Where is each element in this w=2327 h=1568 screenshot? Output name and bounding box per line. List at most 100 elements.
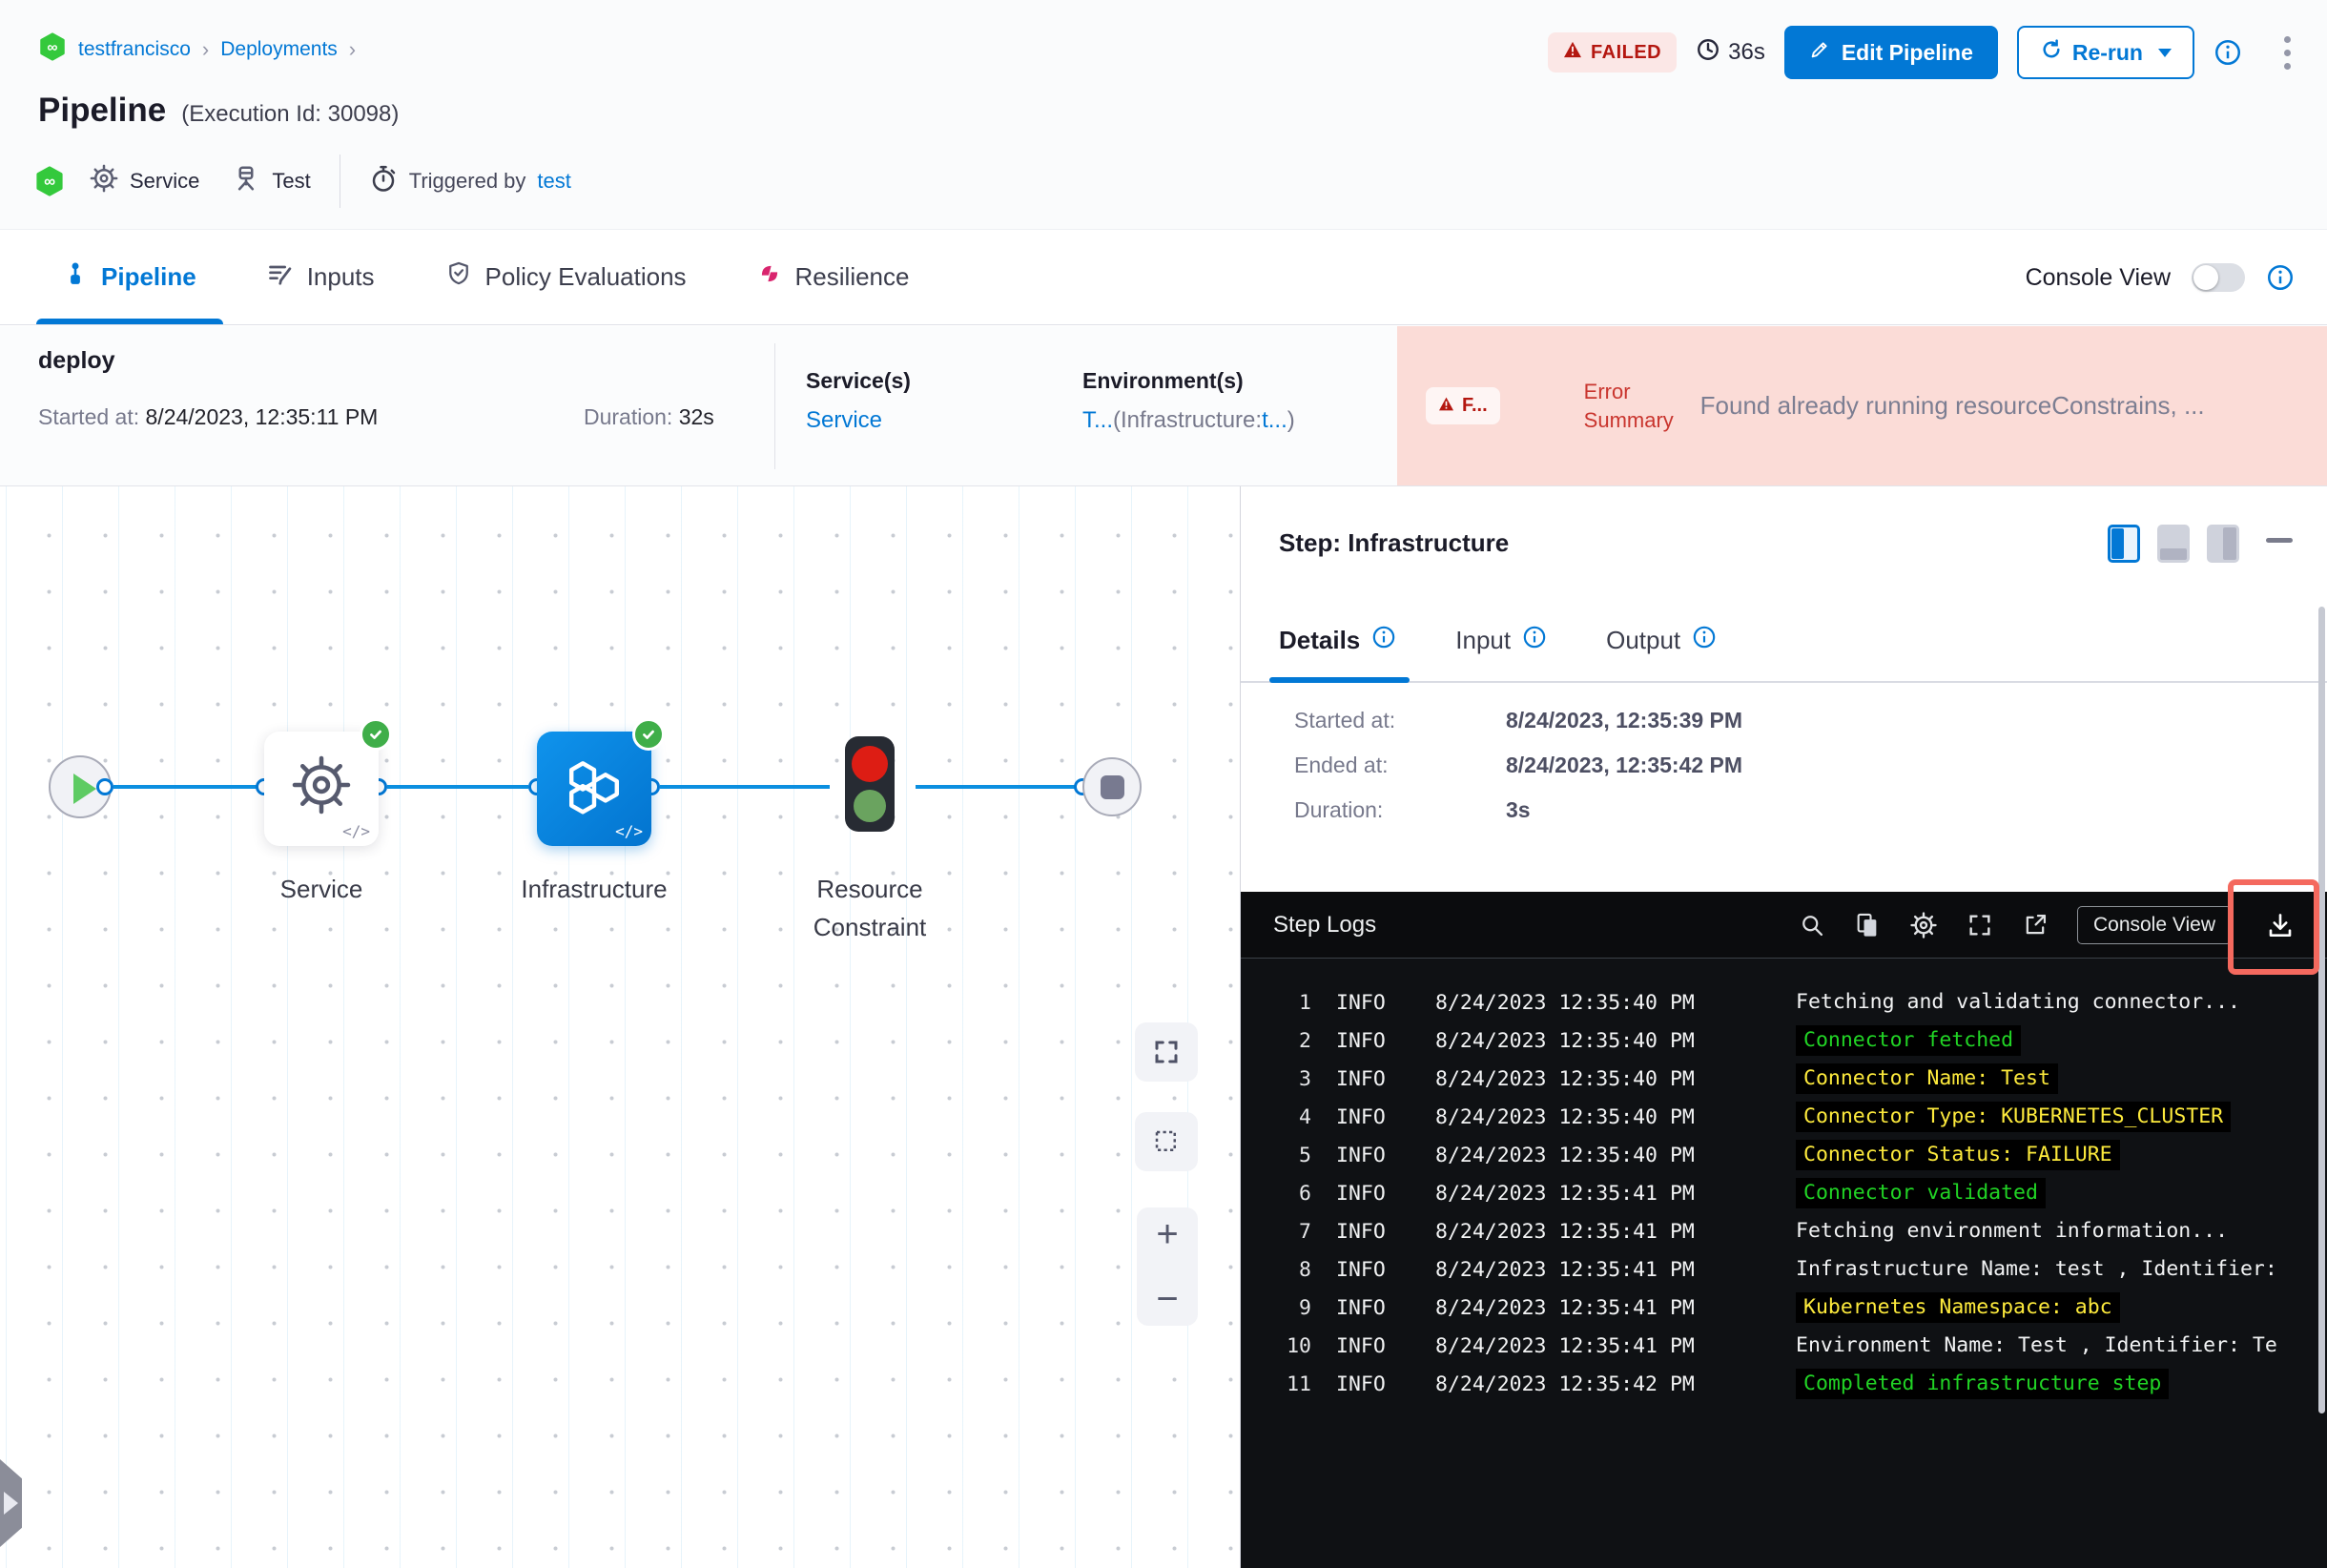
trigger-user-link[interactable]: test (537, 169, 570, 194)
log-timestamp: 8/24/2023 12:35:41 PM (1435, 1333, 1695, 1358)
log-line-number: 8 (1299, 1257, 1311, 1282)
step-detail-fields: Started at: 8/24/2023, 12:35:39 PM Ended … (1294, 708, 1742, 842)
rerun-button[interactable]: Re-run (2016, 26, 2194, 79)
warning-triangle-icon (1563, 41, 1582, 64)
log-level: INFO (1336, 1372, 1386, 1396)
marquee-select-button[interactable] (1135, 1112, 1198, 1171)
pipeline-end-node[interactable] (1082, 757, 1142, 816)
layout-side-panel-button[interactable] (2207, 525, 2239, 563)
tab-details[interactable]: Details (1268, 599, 1411, 683)
inputs-icon (267, 260, 294, 294)
divider (774, 343, 775, 469)
log-level: INFO (1336, 1333, 1386, 1358)
panel-layout-switcher (2108, 525, 2239, 563)
log-timestamp: 8/24/2023 12:35:40 PM (1435, 1104, 1695, 1129)
chevron-right-icon: › (348, 37, 357, 61)
fit-to-screen-button[interactable] (1135, 1022, 1198, 1082)
info-icon[interactable] (2266, 263, 2295, 292)
breadcrumb-deployments-link[interactable]: Deployments (220, 38, 338, 61)
log-message: Connector Name: Test (1796, 1063, 2058, 1094)
panel-scrollbar[interactable] (2318, 607, 2325, 1413)
trigger-meta: Triggered by test (369, 164, 571, 198)
environment-rack-icon (232, 164, 260, 198)
node-label-resource-constraint: Resource Constraint (813, 875, 927, 942)
download-logs-icon[interactable] (2266, 911, 2295, 939)
console-view-button[interactable]: Console View (2076, 905, 2232, 944)
environment-meta[interactable]: Test (232, 164, 311, 198)
zoom-out-button[interactable]: − (1156, 1280, 1178, 1318)
log-line: 11 INFO 8/24/2023 12:35:42 PM Completed … (1269, 1365, 2327, 1403)
log-timestamp: 8/24/2023 12:35:41 PM (1435, 1219, 1695, 1244)
field-started-at: Started at: 8/24/2023, 12:35:39 PM (1294, 708, 1743, 732)
chevron-right-icon: › (201, 37, 210, 61)
total-duration: 36s (1696, 37, 1765, 69)
services-label: Service(s) (806, 368, 911, 393)
tab-resilience[interactable]: Resilience (757, 230, 909, 324)
info-icon[interactable] (1522, 625, 1547, 656)
console-view-toggle[interactable] (2192, 263, 2245, 292)
stage-started-at: Started at: 8/24/2023, 12:35:11 PM (38, 404, 379, 429)
breadcrumb: ∞ testfrancisco › Deployments › (38, 32, 356, 67)
log-line: 2 INFO 8/24/2023 12:35:40 PM Connector f… (1269, 1021, 2327, 1060)
svg-text:∞: ∞ (44, 173, 55, 191)
copy-icon[interactable] (1854, 912, 1881, 939)
log-settings-gear-icon[interactable] (1909, 911, 1938, 939)
log-line-number: 11 (1287, 1372, 1311, 1396)
main-content: </> </> Service Infrastructure Resource … (0, 486, 2327, 1568)
layout-right-panel-active-button[interactable] (2108, 525, 2140, 563)
step-detail-tabs: Details Input Output (1241, 599, 2327, 683)
service-link[interactable]: Service (806, 407, 911, 434)
search-icon[interactable] (1799, 912, 1825, 939)
open-in-new-window-icon[interactable] (2022, 912, 2049, 939)
tab-output[interactable]: Output (1606, 599, 1717, 681)
log-lines-container[interactable]: 1 INFO 8/24/2023 12:35:40 PM Fetching an… (1241, 959, 2327, 1403)
tab-inputs[interactable]: Inputs (267, 230, 375, 324)
stage-name: deploy (38, 347, 115, 374)
stage-duration: Duration: 32s (584, 404, 714, 429)
error-summary-label: Error Summary (1583, 379, 1674, 432)
pipeline-graph-canvas[interactable]: </> </> Service Infrastructure Resource … (0, 486, 1241, 1568)
service-step-node[interactable]: </> (264, 718, 392, 846)
more-options-icon[interactable] (2275, 31, 2300, 75)
log-message: Connector fetched (1796, 1025, 2022, 1056)
service-meta[interactable]: Service (90, 164, 199, 198)
log-timestamp: 8/24/2023 12:35:40 PM (1435, 1143, 1695, 1167)
header-actions: FAILED 36s Edit Pipeline Re-run (1548, 25, 2300, 80)
infrastructure-step-node[interactable]: </> (537, 718, 665, 846)
node-label-infrastructure: Infrastructure (521, 875, 668, 903)
fullscreen-icon[interactable] (1967, 912, 1993, 939)
info-icon[interactable] (1692, 625, 1717, 656)
field-duration: Duration: 3s (1294, 797, 1531, 822)
status-text: FAILED (1591, 41, 1662, 63)
log-message: Infrastructure Name: test , Identifier: (1796, 1257, 2277, 1281)
code-icon: </> (342, 822, 370, 840)
log-line: 10 INFO 8/24/2023 12:35:41 PM Environmen… (1269, 1327, 2327, 1365)
view-tabs: Pipeline Inputs Policy Evaluations Resil… (0, 229, 2327, 325)
resource-constraint-step-node[interactable] (845, 736, 895, 832)
pencil-icon (1809, 39, 1830, 66)
zoom-in-button[interactable]: + (1156, 1215, 1178, 1253)
info-icon[interactable] (1371, 625, 1396, 656)
info-icon[interactable] (2214, 38, 2242, 67)
breadcrumb-project-link[interactable]: testfrancisco (78, 38, 191, 61)
log-message: Environment Name: Test , Identifier: Te (1796, 1333, 2277, 1357)
tab-input[interactable]: Input (1455, 599, 1547, 681)
layout-bottom-panel-button[interactable] (2157, 525, 2190, 563)
log-message: Connector Status: FAILURE (1796, 1140, 2120, 1170)
edit-pipeline-button[interactable]: Edit Pipeline (1783, 26, 1998, 79)
step-panel-title: Step: Infrastructure (1279, 528, 1510, 557)
environment-name: Test (272, 169, 311, 193)
shield-check-icon (445, 260, 472, 294)
tab-policy-evaluations[interactable]: Policy Evaluations (445, 230, 687, 324)
minimize-panel-button[interactable] (2266, 538, 2293, 543)
status-badge: FAILED (1548, 32, 1678, 72)
log-line-number: 4 (1299, 1104, 1311, 1129)
connector-dot (96, 778, 113, 795)
tab-pipeline[interactable]: Pipeline (36, 230, 223, 324)
log-message: Kubernetes Namespace: abc (1796, 1292, 2120, 1323)
services-block: Service(s) Service (806, 368, 911, 434)
environment-link[interactable]: T...(Infrastructure:t...) (1082, 407, 1295, 434)
zoom-controls: + − (1137, 1207, 1198, 1326)
expand-left-panel-chevron[interactable] (0, 1459, 22, 1547)
log-line-number: 6 (1299, 1181, 1311, 1206)
